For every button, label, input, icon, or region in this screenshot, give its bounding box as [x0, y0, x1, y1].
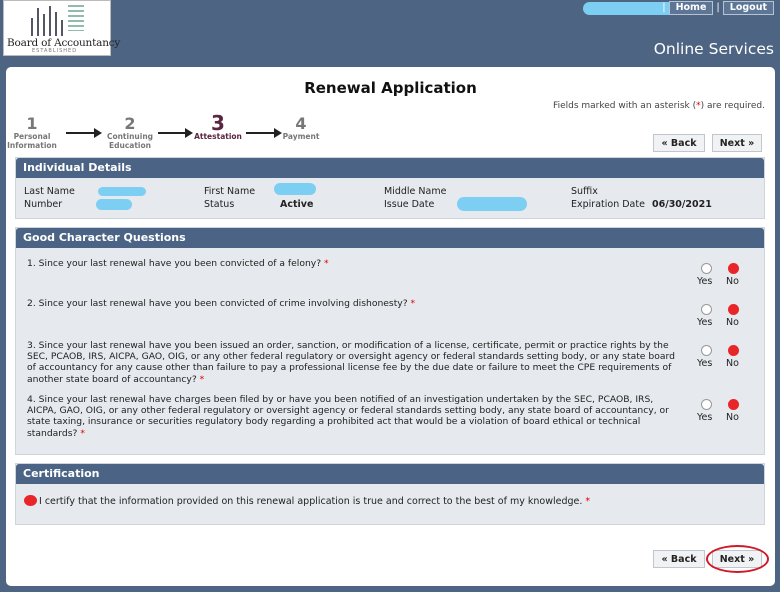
question-3-no-radio[interactable]: [728, 345, 739, 356]
redacted-issue-date: [457, 197, 527, 211]
nav-separator: |: [662, 2, 666, 13]
home-button[interactable]: Home: [668, 0, 714, 15]
question-text: 3. Since your last renewal have you been…: [27, 340, 675, 385]
question-text: 4. Since your last renewal have charges …: [27, 394, 669, 439]
number-label: Number: [24, 199, 63, 210]
question-4: 4. Since your last renewal have charges …: [27, 394, 677, 439]
logout-button[interactable]: Logout: [722, 0, 774, 15]
nav-separator: |: [716, 2, 720, 13]
step-label: Payment: [282, 132, 320, 141]
status-value: Active: [280, 199, 314, 210]
question-1: 1. Since your last renewal have you been…: [27, 258, 677, 269]
logo-dots-graphic: [68, 5, 84, 31]
expiration-date-label: Expiration Date: [571, 199, 645, 210]
no-label: No: [726, 317, 739, 328]
top-nav: | Home | Logout: [659, 0, 774, 15]
certification-statement: I certify that the information provided …: [39, 496, 590, 507]
step-personal-information: 1 Personal Information: [6, 115, 58, 150]
suffix-label: Suffix: [571, 186, 598, 197]
step-arrow: [66, 128, 102, 138]
yes-label: Yes: [697, 358, 713, 369]
step-arrow: [158, 128, 193, 138]
question-3: 3. Since your last renewal have you been…: [27, 340, 677, 385]
yes-label: Yes: [697, 276, 713, 287]
question-4-no-radio[interactable]: [728, 399, 739, 410]
required-note-post: ) are required.: [700, 101, 765, 111]
redacted-first-name: [274, 183, 316, 195]
step-label: Attestation: [194, 132, 242, 141]
board-logo[interactable]: Board of Accountancy ESTABLISHED: [3, 0, 120, 56]
required-star: *: [324, 258, 329, 269]
redacted-number: [96, 199, 132, 210]
step-label: Information: [7, 140, 57, 150]
last-name-label: Last Name: [24, 186, 75, 197]
certification-checkbox[interactable]: [24, 495, 37, 506]
question-3-yes-radio[interactable]: [701, 345, 712, 356]
section-heading: Individual Details: [16, 158, 764, 178]
next-highlight-circle: [706, 545, 769, 573]
individual-details-section: Individual Details Last Name First Name …: [15, 157, 765, 219]
required-note-pre: Fields marked with an asterisk (: [553, 101, 697, 111]
step-number: 3: [211, 111, 225, 135]
step-payment: 4 Payment: [278, 115, 324, 142]
required-star: *: [410, 298, 416, 309]
no-label: No: [726, 412, 739, 423]
middle-name-label: Middle Name: [384, 186, 447, 197]
back-button-top[interactable]: « Back: [653, 134, 705, 152]
redacted-last-name: [98, 187, 146, 196]
question-text: 2. Since your last renewal have you been…: [27, 298, 408, 309]
step-continuing-education: 2 Continuing Education: [104, 115, 156, 150]
required-note: Fields marked with an asterisk (*) are r…: [553, 101, 765, 111]
back-button-bottom[interactable]: « Back: [653, 550, 705, 568]
progress-steps: 1 Personal Information 2 Continuing Educ…: [6, 113, 336, 155]
status-label: Status: [204, 199, 235, 210]
certification-text: I certify that the information provided …: [39, 496, 583, 507]
yes-label: Yes: [697, 317, 713, 328]
required-star: *: [80, 427, 85, 439]
question-2-yes-radio[interactable]: [701, 304, 712, 315]
expiration-date-value: 06/30/2021: [652, 199, 712, 210]
question-2: 2. Since your last renewal have you been…: [27, 298, 677, 309]
step-number: 4: [295, 114, 307, 133]
good-character-section: Good Character Questions 1. Since your l…: [15, 227, 765, 455]
page-title: Renewal Application: [304, 79, 477, 97]
step-label: Education: [109, 140, 151, 150]
step-attestation: 3 Attestation: [192, 113, 244, 142]
certification-section: Certification I certify that the informa…: [15, 463, 765, 525]
issue-date-label: Issue Date: [384, 199, 435, 210]
section-heading: Good Character Questions: [16, 228, 764, 248]
step-number: 1: [26, 114, 38, 133]
online-services-title: Online Services: [653, 40, 774, 58]
step-number: 2: [124, 114, 136, 133]
step-arrow: [246, 128, 282, 138]
no-label: No: [726, 276, 739, 287]
logo-subtext: ESTABLISHED: [32, 48, 78, 54]
next-button-top[interactable]: Next »: [712, 134, 762, 152]
question-1-no-radio[interactable]: [728, 263, 739, 274]
required-star: *: [199, 373, 205, 385]
no-label: No: [726, 358, 739, 369]
question-1-yes-radio[interactable]: [701, 263, 712, 274]
question-2-no-radio[interactable]: [728, 304, 739, 315]
required-star: *: [585, 496, 591, 507]
first-name-label: First Name: [204, 186, 256, 197]
main-panel: Renewal Application Fields marked with a…: [6, 67, 775, 586]
yes-label: Yes: [697, 412, 713, 423]
section-heading: Certification: [16, 464, 764, 484]
question-text: 1. Since your last renewal have you been…: [27, 258, 322, 269]
question-4-yes-radio[interactable]: [701, 399, 712, 410]
